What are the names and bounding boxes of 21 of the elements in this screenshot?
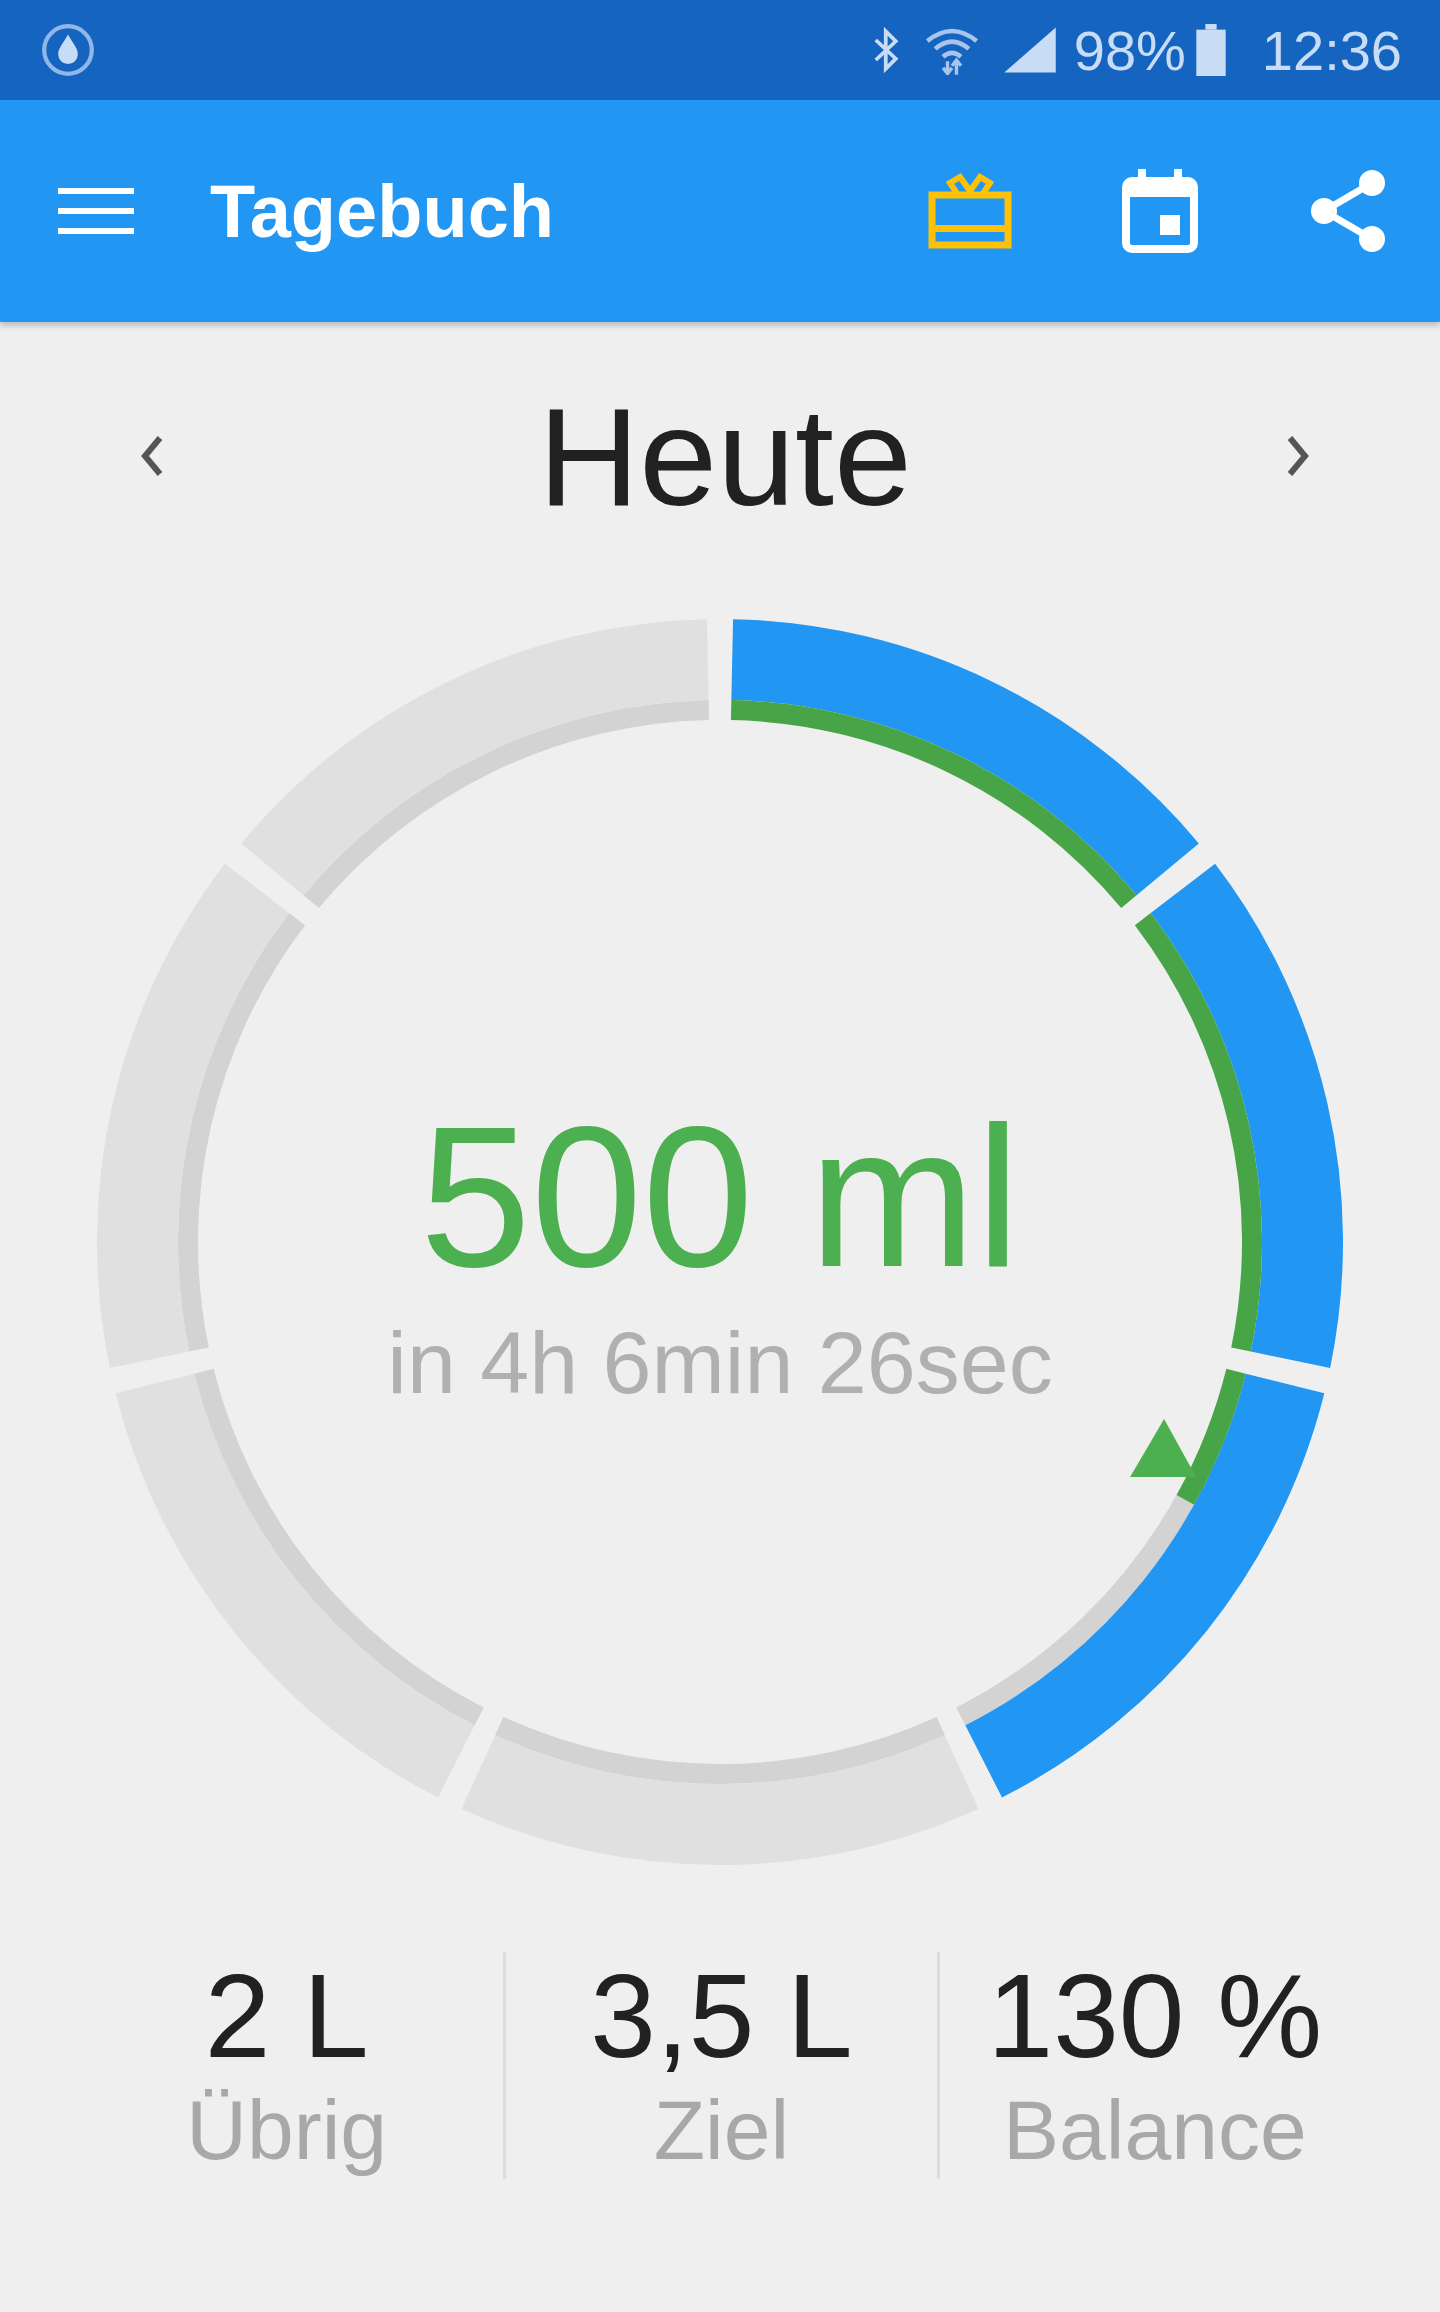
stat-label: Ziel (653, 2081, 790, 2179)
clock: 12:36 (1261, 17, 1402, 83)
progress-marker (1130, 1419, 1197, 1478)
stat-label: Übrig (186, 2081, 388, 2179)
stat-value: 130 % (987, 1952, 1323, 2082)
battery-icon (1195, 24, 1226, 76)
screen-title: Tagebuch (210, 168, 554, 254)
battery-percentage: 98% (1073, 17, 1186, 83)
chevron-left-icon[interactable] (140, 433, 164, 478)
share-button[interactable] (1308, 169, 1388, 253)
chevron-right-icon[interactable] (1286, 433, 1310, 478)
stat-value: 2 L (204, 1952, 369, 2082)
stat-label: Balance (1003, 2081, 1307, 2179)
menu-button[interactable] (58, 186, 134, 236)
day-label: Heute (538, 377, 912, 537)
calendar-button[interactable] (1122, 169, 1198, 253)
next-drink-amount: 500 ml (419, 1092, 1021, 1302)
countdown-text: in 4h 6min 26sec (387, 1312, 1053, 1414)
water-drop-icon (40, 22, 96, 78)
gift-button[interactable] (928, 173, 1012, 249)
stat-value: 3,5 L (590, 1952, 853, 2082)
